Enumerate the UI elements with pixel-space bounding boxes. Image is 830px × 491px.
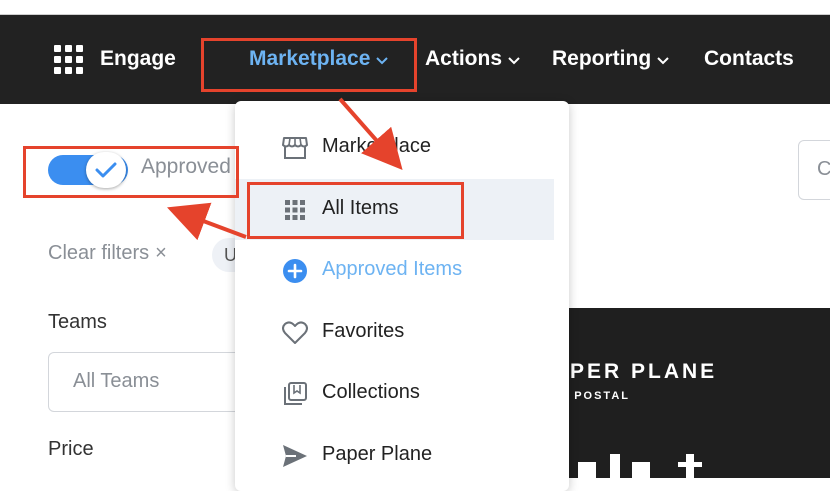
nav-marketplace-label: Marketplace bbox=[249, 47, 371, 70]
approved-toggle-label: Approved bbox=[141, 155, 231, 178]
menu-item-label: Paper Plane bbox=[322, 443, 433, 465]
chevron-down-icon bbox=[376, 44, 389, 74]
plus-circle-icon bbox=[281, 257, 309, 285]
promo-title: PER PLANE bbox=[570, 360, 718, 383]
close-icon: × bbox=[155, 242, 167, 264]
menu-item-all-items[interactable]: All Items bbox=[235, 179, 554, 240]
teams-select-value: All Teams bbox=[73, 370, 160, 392]
storefront-icon bbox=[281, 134, 309, 162]
teams-label: Teams bbox=[48, 311, 107, 333]
heart-icon bbox=[281, 319, 309, 347]
promo-banner[interactable]: PER PLANE Y POSTAL bbox=[560, 308, 830, 478]
menu-item-paper-plane[interactable]: Paper Plane bbox=[235, 425, 554, 486]
check-icon bbox=[95, 162, 117, 178]
menu-item-label: Marketplace bbox=[322, 135, 431, 157]
marketplace-dropdown-menu: Marketplace All Items Approved Items Fav… bbox=[235, 101, 569, 491]
paper-plane-icon bbox=[281, 442, 309, 470]
search-placeholder: C bbox=[817, 158, 830, 180]
top-navbar: Engage Marketplace Actions Reporting Con… bbox=[0, 15, 830, 104]
nav-marketplace[interactable]: Marketplace bbox=[249, 44, 389, 74]
menu-item-label: Favorites bbox=[322, 320, 405, 342]
grid-icon bbox=[281, 196, 309, 224]
nav-actions-label: Actions bbox=[425, 47, 503, 70]
chevron-down-icon bbox=[657, 44, 669, 74]
nav-reporting[interactable]: Reporting bbox=[552, 44, 669, 74]
menu-item-marketplace[interactable]: Marketplace bbox=[235, 117, 554, 178]
menu-item-label: All Items bbox=[322, 197, 399, 219]
promo-large-text-fragment bbox=[568, 448, 728, 478]
chevron-down-icon bbox=[508, 44, 520, 74]
toggle-knob bbox=[86, 152, 126, 188]
brand-label: Engage bbox=[100, 47, 176, 70]
menu-item-approved-items[interactable]: Approved Items bbox=[235, 240, 554, 301]
approved-toggle[interactable] bbox=[48, 152, 132, 188]
nav-reporting-label: Reporting bbox=[552, 47, 652, 70]
promo-subtitle: Y POSTAL bbox=[560, 390, 630, 402]
nav-actions[interactable]: Actions bbox=[425, 44, 520, 74]
app-grid-icon[interactable] bbox=[54, 45, 84, 75]
menu-item-label: Approved Items bbox=[322, 258, 463, 280]
search-input[interactable]: C bbox=[798, 140, 830, 200]
brand-engage[interactable]: Engage bbox=[100, 44, 176, 74]
clear-filters-label: Clear filters bbox=[48, 242, 150, 264]
menu-item-favorites[interactable]: Favorites bbox=[235, 302, 554, 363]
browser-top-edge bbox=[0, 0, 830, 15]
menu-item-label: Collections bbox=[322, 381, 420, 403]
price-label: Price bbox=[48, 438, 94, 460]
nav-contacts-label: Contacts bbox=[704, 47, 794, 70]
nav-contacts[interactable]: Contacts bbox=[704, 44, 794, 74]
menu-item-collections[interactable]: Collections bbox=[235, 363, 554, 424]
collections-icon bbox=[281, 380, 309, 408]
clear-filters-button[interactable]: Clear filters × bbox=[48, 242, 167, 265]
